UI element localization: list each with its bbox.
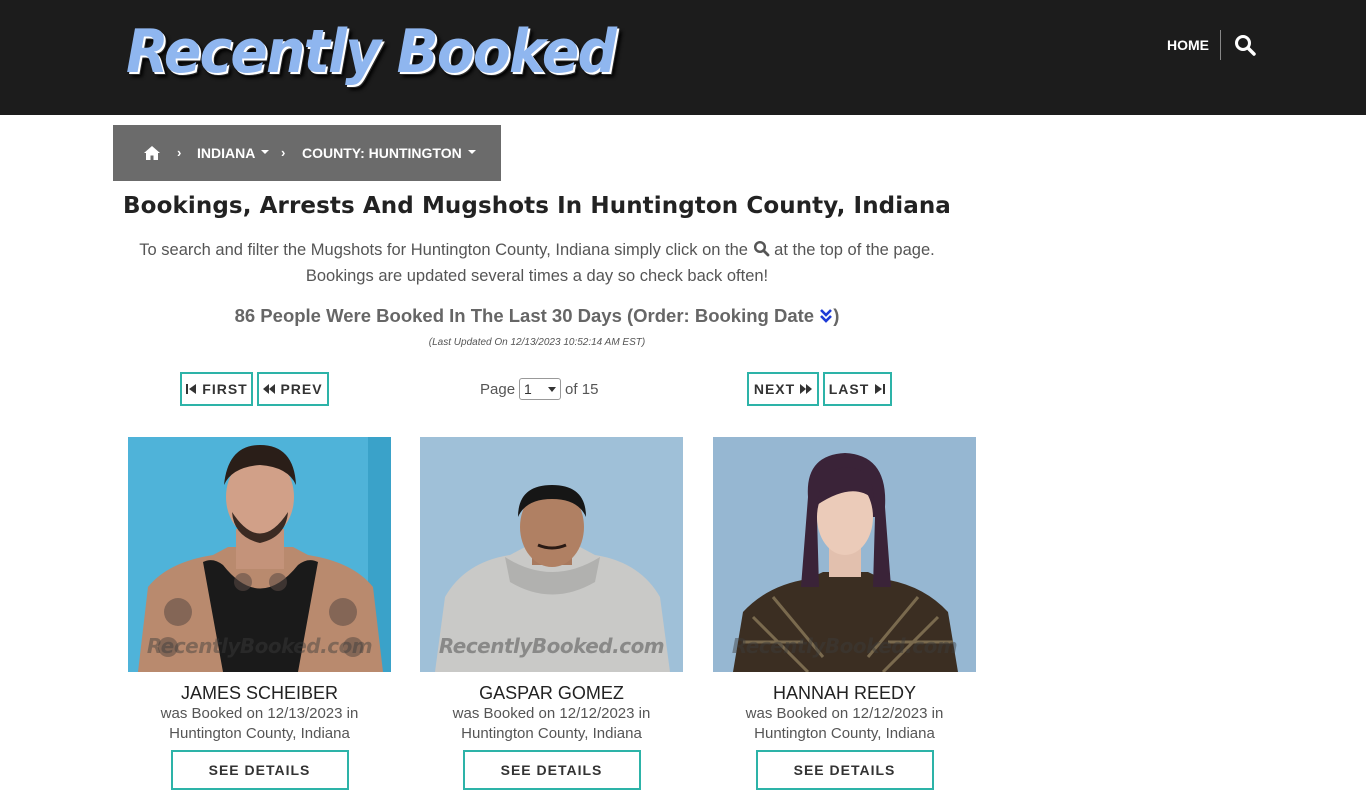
site-logo[interactable]: Recently Booked bbox=[126, 16, 617, 88]
booking-card: RecentlyBooked.com GASPAR GOMEZ was Book… bbox=[420, 437, 683, 790]
skip-start-icon bbox=[186, 384, 197, 394]
home-icon[interactable] bbox=[143, 144, 161, 162]
double-chevron-down-icon[interactable] bbox=[819, 305, 833, 323]
see-details-button[interactable]: SEE DETAILS bbox=[462, 750, 641, 790]
breadcrumb-county[interactable]: COUNTY: HUNTINGTON bbox=[302, 144, 476, 162]
last-updated: (Last Updated On 12/13/2023 10:52:14 AM … bbox=[428, 337, 646, 348]
next-page-button[interactable]: NEXT bbox=[747, 372, 819, 406]
search-icon bbox=[753, 239, 770, 257]
booking-description: was Booked on 12/12/2023 in Huntington C… bbox=[745, 705, 944, 742]
mugshot-image[interactable]: RecentlyBooked.com bbox=[128, 437, 391, 672]
booking-description: was Booked on 12/12/2023 in Huntington C… bbox=[452, 705, 651, 742]
page-title: Bookings, Arrests And Mugshots In Huntin… bbox=[123, 193, 951, 219]
watermark: RecentlyBooked.com bbox=[731, 634, 958, 658]
caret-down-icon bbox=[548, 386, 557, 392]
first-page-button[interactable]: FIRST bbox=[180, 372, 253, 406]
caret-down-icon bbox=[467, 150, 476, 155]
page-select[interactable]: 1 bbox=[519, 378, 562, 400]
inmate-name[interactable]: GASPAR GOMEZ bbox=[420, 682, 683, 704]
intro-line1-end: at the top of the page. bbox=[774, 241, 935, 259]
search-icon[interactable] bbox=[1233, 33, 1257, 57]
breadcrumb-state[interactable]: INDIANA bbox=[197, 144, 270, 162]
see-details-button[interactable]: SEE DETAILS bbox=[755, 750, 934, 790]
site-header: Recently Booked HOME bbox=[0, 0, 1366, 115]
intro-line1-start: To search and filter the Mugshots for Hu… bbox=[139, 241, 748, 259]
page-total: of 15 bbox=[565, 380, 599, 398]
booking-card: RecentlyBooked.com JAMES SCHEIBER was Bo… bbox=[128, 437, 391, 790]
page-selector: Page 1 of 15 bbox=[480, 377, 598, 401]
prev-page-button[interactable]: PREV bbox=[257, 372, 329, 406]
breadcrumb: › INDIANA › COUNTY: HUNTINGTON bbox=[113, 125, 501, 181]
booking-card: RecentlyBooked.com HANNAH REEDY was Book… bbox=[713, 437, 976, 790]
see-details-button[interactable]: SEE DETAILS bbox=[170, 750, 349, 790]
inmate-name[interactable]: HANNAH REEDY bbox=[713, 682, 976, 704]
nav-divider bbox=[1220, 30, 1221, 60]
mugshot-image[interactable]: RecentlyBooked.com bbox=[713, 437, 976, 672]
booking-description: was Booked on 12/13/2023 in Huntington C… bbox=[160, 705, 359, 742]
booking-count-close: ) bbox=[833, 305, 840, 326]
caret-down-icon bbox=[261, 150, 270, 155]
forward-icon bbox=[800, 384, 813, 394]
last-page-button[interactable]: LAST bbox=[823, 372, 892, 406]
booking-count: 86 People Were Booked In The Last 30 Day… bbox=[113, 303, 961, 329]
page-label: Page bbox=[480, 380, 516, 398]
breadcrumb-separator-icon: › bbox=[177, 145, 182, 160]
watermark: RecentlyBooked.com bbox=[146, 634, 373, 658]
booking-count-text: 86 People Were Booked In The Last 30 Day… bbox=[234, 305, 815, 326]
nav-home-link[interactable]: HOME bbox=[1167, 36, 1209, 54]
mugshot-image[interactable]: RecentlyBooked.com bbox=[420, 437, 683, 672]
backward-icon bbox=[263, 384, 276, 394]
watermark: RecentlyBooked.com bbox=[438, 634, 665, 658]
intro-text: To search and filter the Mugshots for Hu… bbox=[113, 237, 961, 289]
intro-line2: Bookings are updated several times a day… bbox=[305, 267, 769, 285]
inmate-name[interactable]: JAMES SCHEIBER bbox=[128, 682, 391, 704]
breadcrumb-separator-icon: › bbox=[281, 145, 286, 160]
skip-end-icon bbox=[875, 384, 886, 394]
